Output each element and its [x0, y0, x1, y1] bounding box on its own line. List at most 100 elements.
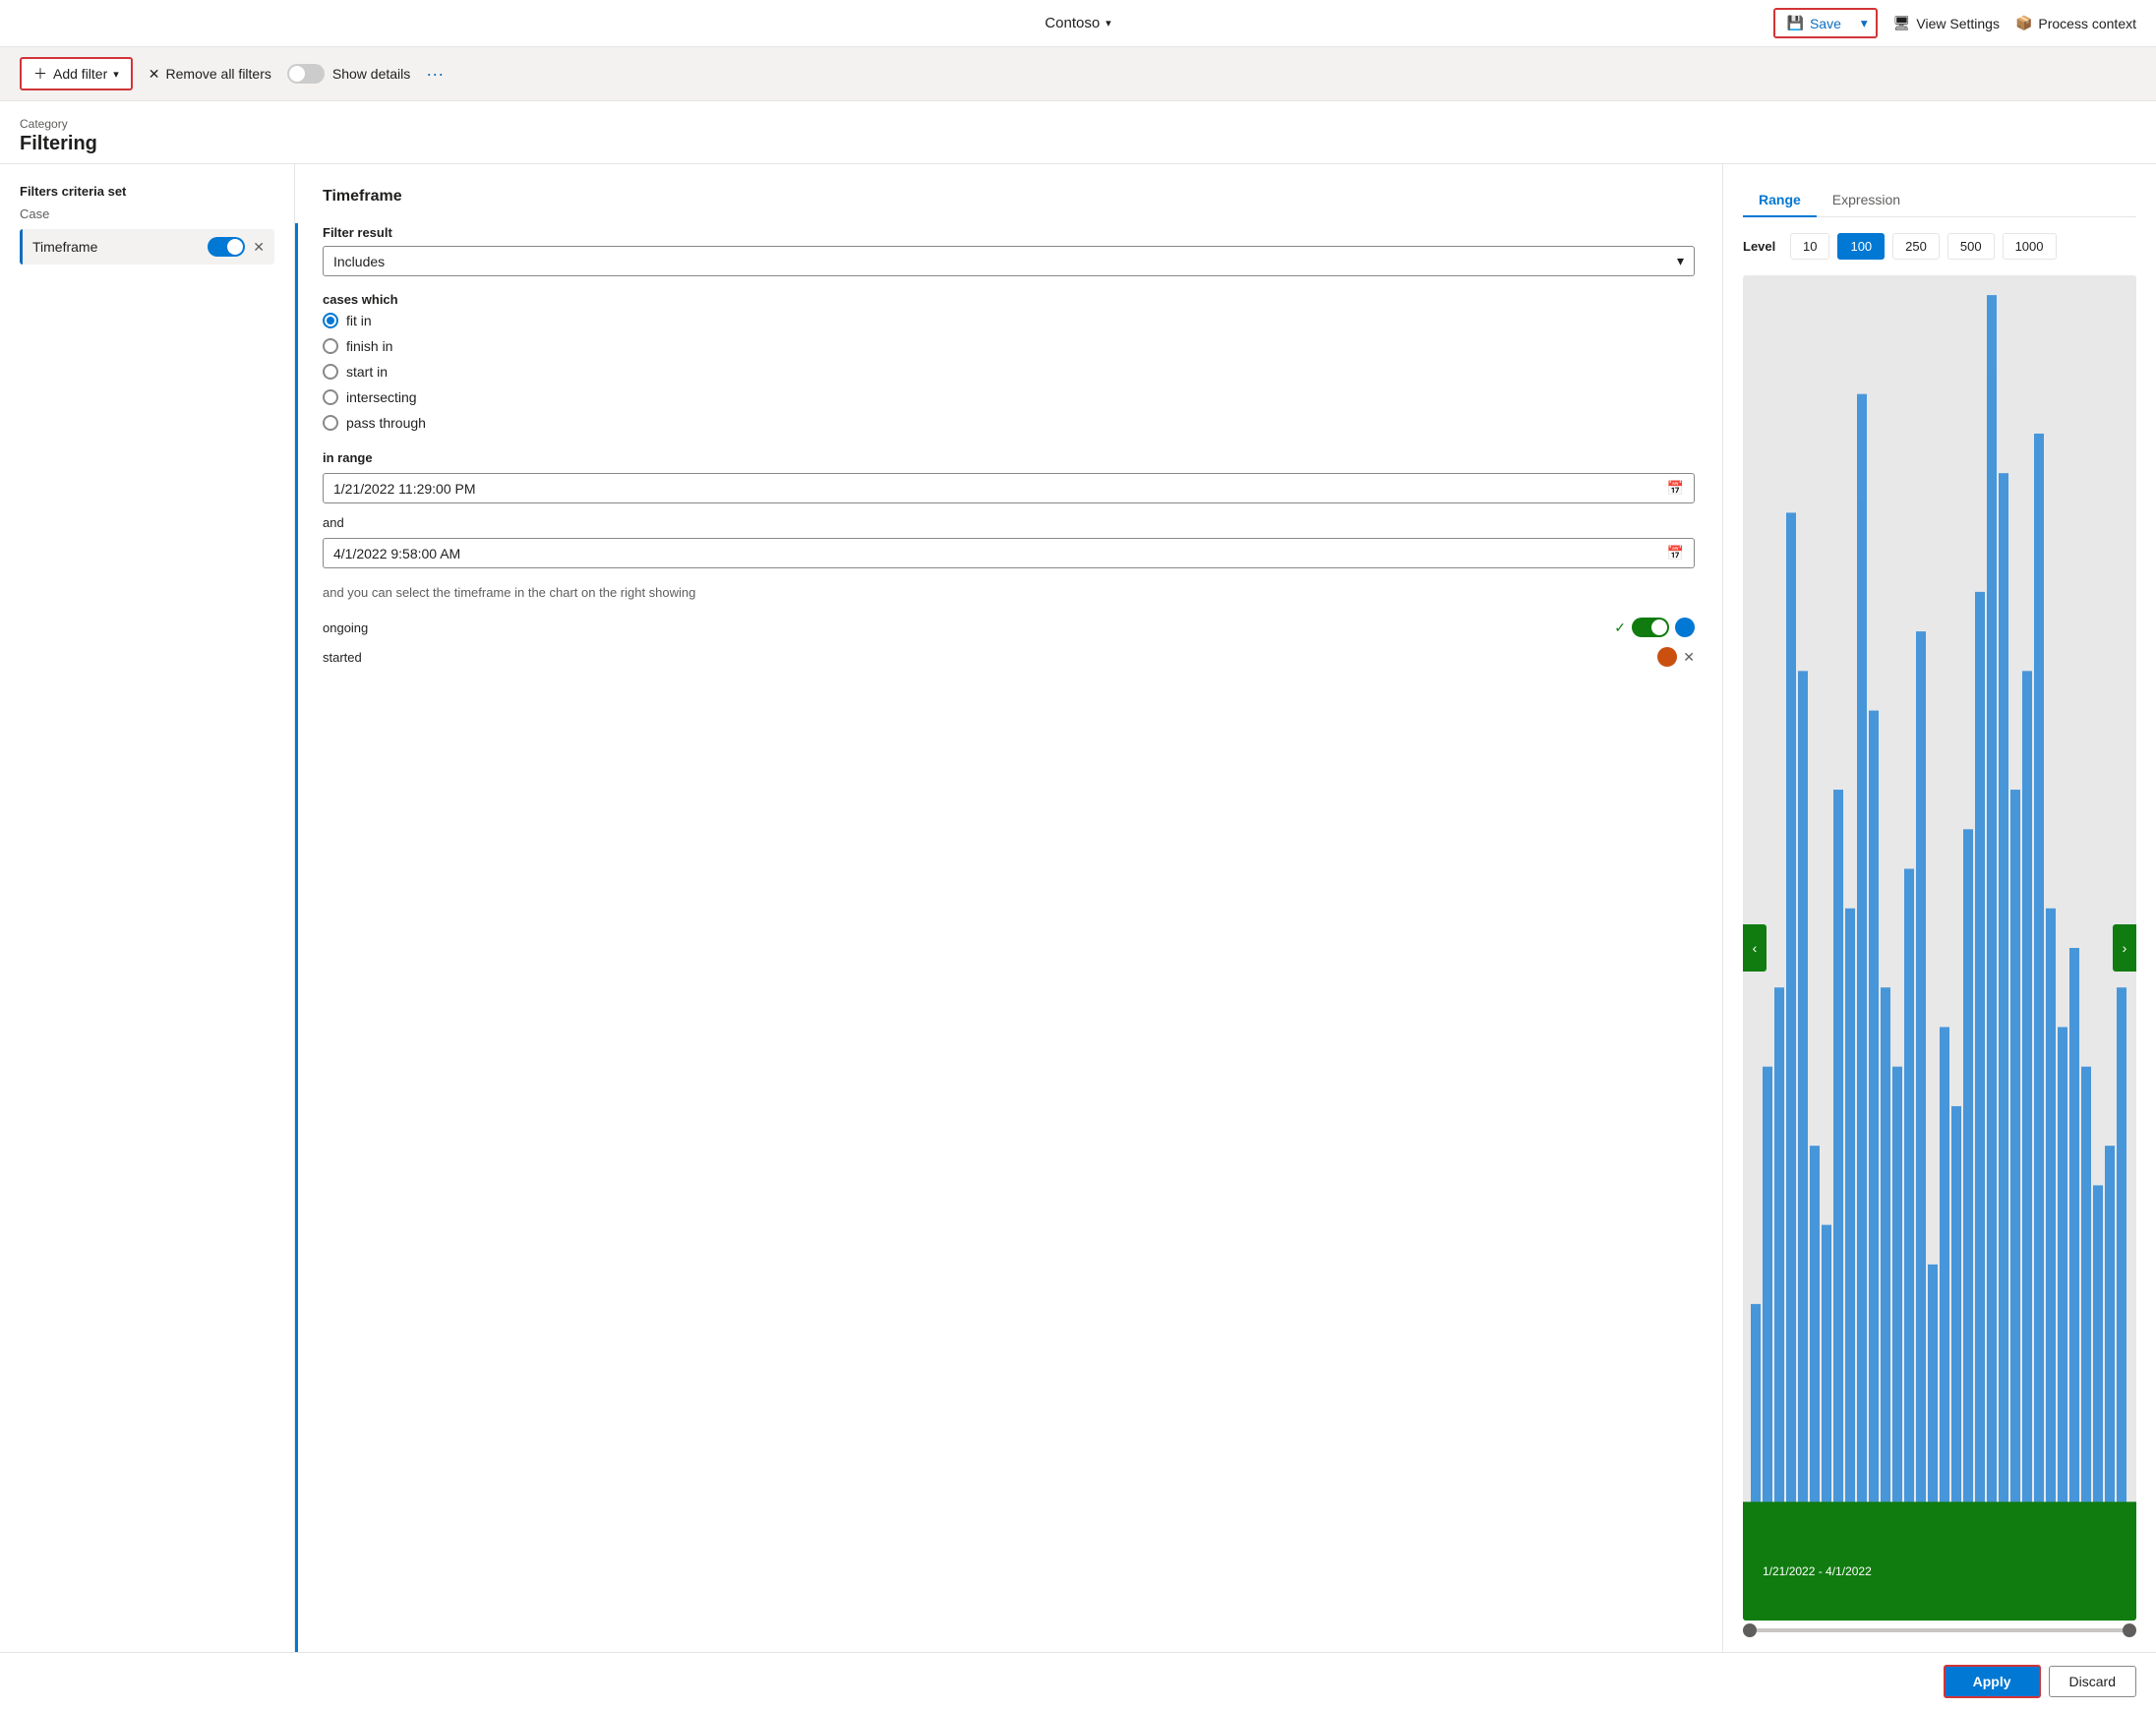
calendar-icon: 📅 [1667, 480, 1684, 497]
radio-circle-intersecting [323, 389, 338, 405]
level-10-label: 10 [1803, 239, 1817, 254]
slider-track[interactable] [1743, 1628, 2136, 1632]
level-row: Level 10 100 250 500 1000 [1743, 233, 2136, 260]
level-btn-500[interactable]: 500 [1947, 233, 1995, 260]
page-title: Filtering [20, 133, 2136, 155]
radio-pass-through[interactable]: pass through [323, 415, 1695, 431]
page-header: Category Filtering [0, 101, 2156, 164]
level-btn-250[interactable]: 250 [1892, 233, 1940, 260]
remove-icon: ✕ [149, 66, 160, 83]
timeframe-title: Timeframe [323, 188, 1695, 206]
more-options-button[interactable]: ··· [426, 64, 444, 85]
radio-fit-in[interactable]: fit in [323, 313, 1695, 328]
process-context-action[interactable]: 📦 Process context [2015, 15, 2136, 31]
left-panel: Filters criteria set Case Timeframe ✕ [0, 164, 295, 1652]
add-filter-label: Add filter [53, 66, 107, 82]
and-label: and [323, 515, 1695, 530]
slider-thumb-left[interactable] [1743, 1623, 1757, 1637]
radio-label-fit-in: fit in [346, 313, 372, 328]
cases-which-label: cases which [323, 292, 1695, 307]
hint-text: and you can select the timeframe in the … [323, 584, 1695, 602]
save-dropdown-button[interactable]: ▾ [1853, 11, 1876, 36]
add-filter-button[interactable]: ＋ Add filter ▾ [20, 57, 133, 90]
started-remove-icon[interactable]: ✕ [1683, 649, 1695, 666]
show-details-wrap: Show details [287, 64, 410, 84]
radio-circle-start-in [323, 364, 338, 380]
radio-label-pass-through: pass through [346, 415, 426, 431]
ongoing-toggle-row: ongoing ✓ [323, 618, 1695, 637]
radio-label-intersecting: intersecting [346, 389, 417, 405]
level-label: Level [1743, 239, 1782, 254]
ongoing-label: ongoing [323, 620, 368, 635]
radio-label-start-in: start in [346, 364, 388, 380]
discard-button[interactable]: Discard [2049, 1666, 2136, 1697]
filter-toggle-knob [227, 239, 243, 255]
save-icon: 💾 [1787, 15, 1804, 31]
radio-circle-pass-through [323, 415, 338, 431]
started-color-indicator [1657, 647, 1677, 667]
add-filter-chevron-icon: ▾ [113, 68, 119, 81]
chart-date-label: 1/21/2022 - 4/1/2022 [1755, 1562, 1880, 1581]
ongoing-color-indicator [1675, 618, 1695, 637]
show-details-toggle[interactable] [287, 64, 325, 84]
case-label: Case [20, 206, 274, 221]
tab-range-label: Range [1759, 192, 1801, 207]
level-1000-label: 1000 [2015, 239, 2044, 254]
org-chevron-icon: ▾ [1106, 17, 1111, 29]
view-settings-action[interactable]: 🖥 View Settings [1893, 15, 2000, 31]
level-btn-100[interactable]: 100 [1837, 233, 1885, 260]
middle-panel: Timeframe Filter result Includes ▾ cases… [295, 164, 1723, 1652]
slider-container [1743, 1628, 2136, 1632]
filter-item-label: Timeframe [32, 239, 97, 255]
level-btn-10[interactable]: 10 [1790, 233, 1829, 260]
save-label: Save [1810, 16, 1841, 31]
start-date-value: 1/21/2022 11:29:00 PM [333, 481, 476, 497]
chart-nav-right-button[interactable]: › [2113, 924, 2136, 972]
chart-nav-left-button[interactable]: ‹ [1743, 924, 1767, 972]
tab-bar: Range Expression [1743, 184, 2136, 217]
org-selector[interactable]: Contoso ▾ [1045, 15, 1110, 31]
org-name: Contoso [1045, 15, 1100, 31]
view-settings-label: View Settings [1916, 16, 2000, 31]
started-toggle-row: started ✕ [323, 647, 1695, 667]
in-range-label: in range [323, 450, 1695, 465]
radio-start-in[interactable]: start in [323, 364, 1695, 380]
view-settings-icon: 🖥 [1893, 15, 1911, 31]
radio-label-finish-in: finish in [346, 338, 392, 354]
filter-bar: ＋ Add filter ▾ ✕ Remove all filters Show… [0, 47, 2156, 101]
bottom-bar: Apply Discard [0, 1652, 2156, 1710]
start-date-input[interactable]: 1/21/2022 11:29:00 PM 📅 [323, 473, 1695, 503]
toggle-knob [289, 66, 305, 82]
remove-all-filters-button[interactable]: ✕ Remove all filters [149, 66, 271, 83]
tab-expression-label: Expression [1832, 192, 1900, 207]
radio-circle-fit-in [323, 313, 338, 328]
plus-icon: ＋ [33, 64, 47, 84]
save-button[interactable]: 💾 Save [1775, 10, 1853, 36]
radio-circle-finish-in [323, 338, 338, 354]
end-date-input[interactable]: 4/1/2022 9:58:00 AM 📅 [323, 538, 1695, 568]
level-500-label: 500 [1960, 239, 1982, 254]
chart-container[interactable]: 1/21/2022 - 4/1/2022 ‹ › [1743, 275, 2136, 1621]
started-label: started [323, 650, 362, 665]
apply-button[interactable]: Apply [1944, 1665, 2041, 1698]
save-button-group: 💾 Save ▾ [1773, 8, 1878, 38]
main-content: Filters criteria set Case Timeframe ✕ Ti… [0, 164, 2156, 1652]
radio-intersecting[interactable]: intersecting [323, 389, 1695, 405]
timeframe-filter-item: Timeframe ✕ [20, 229, 274, 265]
filter-result-dropdown[interactable]: Includes ▾ [323, 246, 1695, 276]
ongoing-controls: ✓ [1614, 618, 1695, 637]
category-label: Category [20, 117, 2136, 131]
top-nav-actions: 💾 Save ▾ 🖥 View Settings 📦 Process conte… [1773, 8, 2136, 38]
slider-thumb-right[interactable] [2123, 1623, 2136, 1637]
tab-range[interactable]: Range [1743, 184, 1817, 217]
filter-result-label: Filter result [323, 225, 1695, 240]
filter-toggle[interactable] [208, 237, 245, 257]
process-context-label: Process context [2038, 16, 2136, 31]
tab-expression[interactable]: Expression [1817, 184, 1916, 217]
right-panel: Range Expression Level 10 100 250 500 10… [1723, 164, 2156, 1652]
calendar-icon-end: 📅 [1667, 545, 1684, 561]
ongoing-toggle[interactable] [1632, 618, 1669, 637]
filter-remove-icon[interactable]: ✕ [253, 239, 265, 256]
radio-finish-in[interactable]: finish in [323, 338, 1695, 354]
level-btn-1000[interactable]: 1000 [2003, 233, 2057, 260]
